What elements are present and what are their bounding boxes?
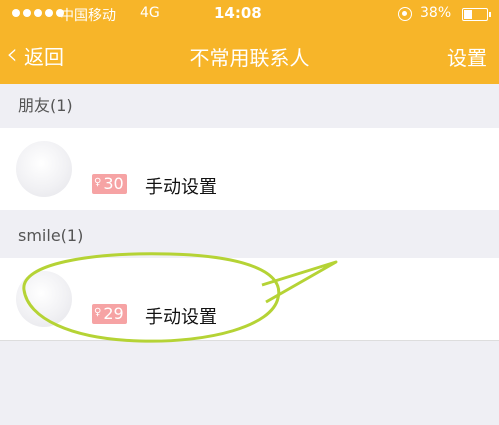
status-time: 14:08 bbox=[214, 4, 262, 22]
status-bar: 中国移动 4G 14:08 38% bbox=[0, 0, 499, 30]
contact-row[interactable]: ♀ 29 手动设置 bbox=[0, 258, 499, 340]
settings-button[interactable]: 设置 bbox=[447, 42, 487, 71]
list-divider bbox=[0, 340, 499, 341]
badge-value: 29 bbox=[103, 304, 124, 323]
battery-percentage: 38% bbox=[420, 5, 452, 21]
navigation-bar: ‹ 返回 不常用联系人 设置 bbox=[0, 30, 499, 84]
contact-row[interactable]: ♀ 30 手动设置 bbox=[0, 128, 499, 210]
friendship-badge: ♀ 30 bbox=[92, 174, 127, 194]
avatar[interactable] bbox=[16, 271, 72, 327]
battery-icon bbox=[462, 8, 491, 21]
signal-strength-icon bbox=[12, 8, 64, 18]
badge-value: 30 bbox=[103, 174, 124, 193]
network-type: 4G bbox=[140, 5, 160, 21]
carrier-name: 中国移动 bbox=[60, 8, 116, 24]
pin-icon: ♀ bbox=[94, 177, 102, 188]
avatar[interactable] bbox=[16, 141, 72, 197]
manual-setting-link[interactable]: 手动设置 bbox=[145, 173, 217, 199]
pin-icon: ♀ bbox=[94, 307, 102, 318]
page-title: 不常用联系人 bbox=[189, 46, 310, 70]
group-header-smile: smile(1) bbox=[0, 214, 499, 258]
friendship-badge: ♀ 29 bbox=[92, 304, 127, 324]
rotation-lock-icon bbox=[398, 7, 412, 21]
group-header-friends: 朋友(1) bbox=[0, 84, 499, 128]
top-bar: 中国移动 4G 14:08 38% ‹ 返回 不常用联系人 设置 bbox=[0, 0, 499, 84]
manual-setting-link[interactable]: 手动设置 bbox=[145, 303, 217, 329]
